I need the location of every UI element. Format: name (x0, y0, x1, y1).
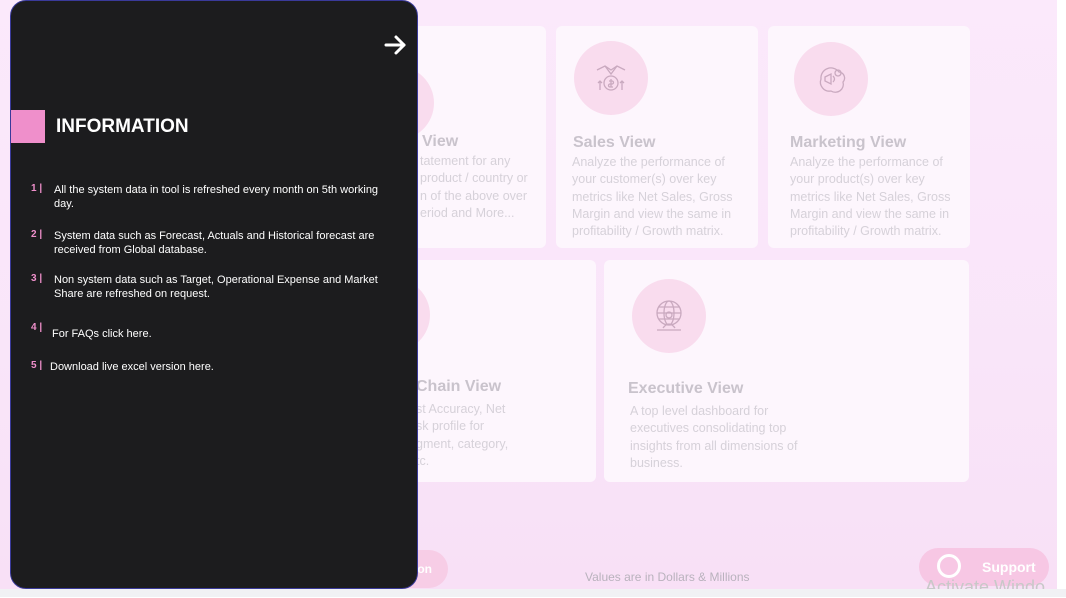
faq-link[interactable]: For FAQs click here. (52, 327, 387, 341)
info-item-text: System data such as Forecast, Actuals an… (54, 230, 375, 256)
info-item-number: 4 | (31, 322, 43, 333)
download-excel-link[interactable]: Download live excel version here. (50, 360, 385, 374)
marketing-view-badge (794, 42, 868, 116)
units-note: Values are in Dollars & Millions (585, 570, 750, 584)
info-item-text: All the system data in tool is refreshed… (54, 184, 379, 210)
product-view-description: tatement for any product / country or n … (420, 154, 528, 220)
sales-view-description: Analyze the performance of your customer… (572, 155, 733, 239)
executive-view-badge (632, 279, 706, 353)
supply-chain-view-description: st Accuracy, Net sk profile for gment, c… (416, 402, 509, 468)
marketing-view-card[interactable]: Marketing View Analyze the performance o… (768, 26, 970, 248)
handshake-money-icon (596, 65, 626, 91)
marketing-brain-icon (819, 67, 846, 93)
information-panel: INFORMATION 1 | All the system data in t… (10, 0, 418, 589)
nav-pill-label: on (417, 562, 432, 576)
marketing-view-description: Analyze the performance of your product(… (790, 155, 951, 239)
info-item-number: 5 | (31, 360, 43, 371)
executive-view-title: Executive View (628, 380, 744, 397)
executive-view-card[interactable]: Executive View A top level dashboard for… (604, 260, 969, 482)
panel-heading: INFORMATION (56, 116, 189, 137)
marketing-view-title: Marketing View (790, 134, 907, 151)
info-item-number: 1 | (31, 183, 43, 194)
executive-view-description: A top level dashboard for executives con… (630, 404, 798, 470)
arrow-right-icon[interactable] (381, 31, 409, 59)
info-item-number: 2 | (31, 229, 43, 240)
sales-view-badge (574, 41, 648, 115)
globe-executive-icon (656, 300, 682, 331)
sales-view-title: Sales View (573, 134, 656, 151)
sales-view-card[interactable]: Sales View Analyze the performance of yo… (556, 26, 758, 248)
support-label: Support (982, 559, 1036, 575)
bottom-strip (0, 589, 1066, 597)
info-item-text: Non system data such as Target, Operatio… (54, 274, 378, 300)
supply-chain-view-title: Chain View (416, 378, 502, 395)
product-view-title: View (422, 133, 459, 150)
heading-accent-bar (11, 110, 45, 143)
info-item-number: 3 | (31, 273, 43, 284)
support-icon (937, 554, 961, 578)
